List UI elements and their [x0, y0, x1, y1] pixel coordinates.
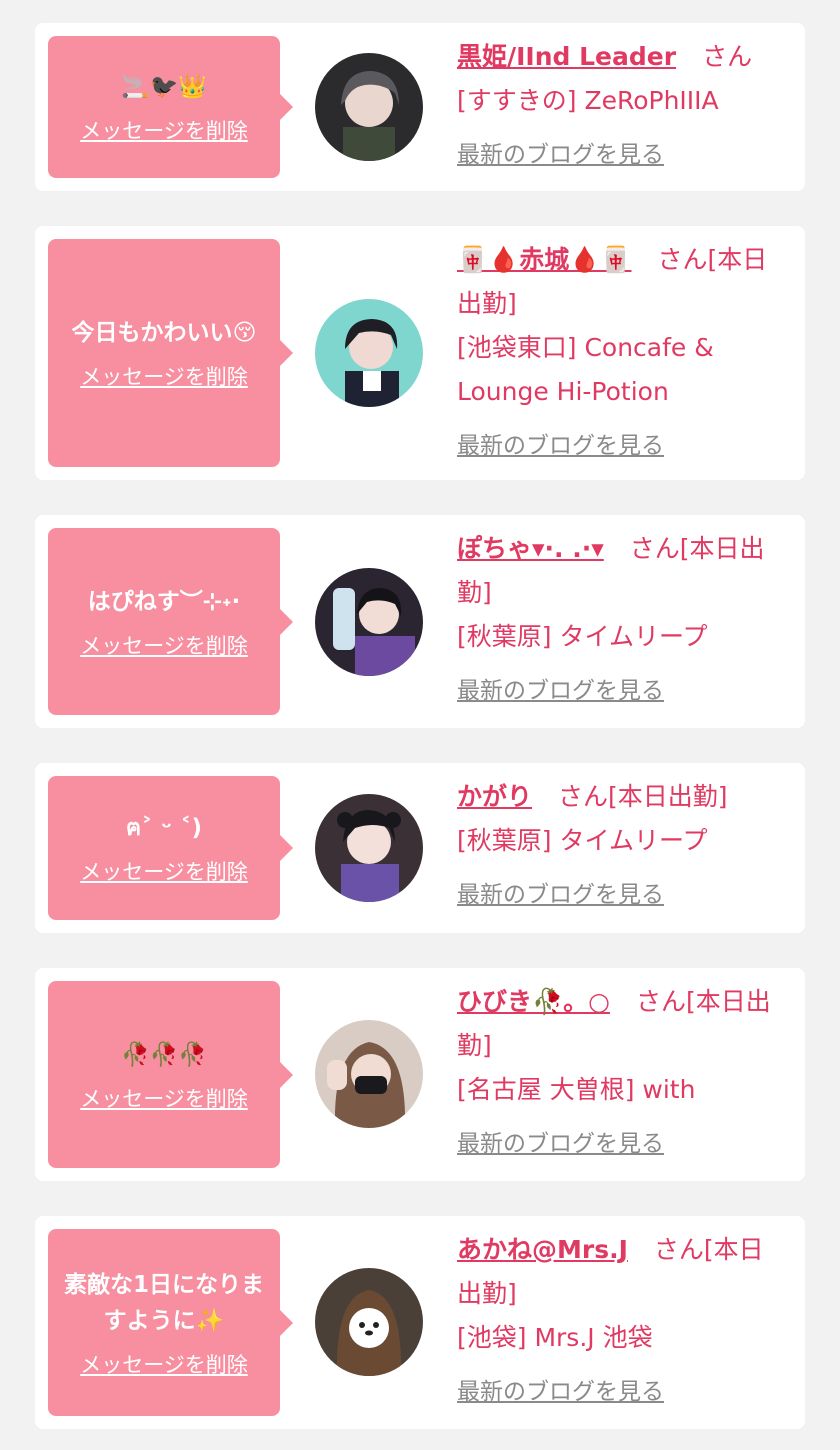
cast-name-link[interactable]: ぽちゃ▾·. .·▾ — [457, 534, 604, 563]
latest-blog-link[interactable]: 最新のブログを見る — [457, 1122, 664, 1166]
avatar[interactable] — [315, 299, 423, 407]
message-card: 今日もかわいい😚 メッセージを削除 🀄🩸赤城🩸🀄 さん[本日出勤] [池袋東口] … — [35, 226, 805, 480]
message-text: 🥀🥀🥀 — [121, 1041, 207, 1068]
delete-message-link[interactable]: メッセージを削除 — [80, 361, 248, 391]
avatar[interactable] — [315, 1268, 423, 1376]
shop-label: [池袋東口] Concafe & Lounge Hi-Potion — [457, 333, 714, 406]
message-card: はぴねす︶⊹˖· メッセージを削除 ぽちゃ▾·. .·▾ さん[本日出勤] [秋葉… — [35, 515, 805, 728]
cast-name-link[interactable]: 🀄🩸赤城🩸🀄 — [457, 245, 632, 274]
cast-info: あかね@Mrs.J さん[本日出勤] [池袋] Mrs.J 池袋 最新のブログを見… — [457, 1228, 787, 1414]
cast-name-link[interactable]: ひびき🥀。○ — [457, 987, 610, 1016]
latest-blog-link[interactable]: 最新のブログを見る — [457, 424, 664, 468]
cast-info: かがり さん[本日出勤] [秋葉原] タイムリープ 最新のブログを見る — [457, 775, 787, 917]
shop-label: [秋葉原] タイムリープ — [457, 826, 708, 855]
message-card: 素敵な1日になりますように✨ メッセージを削除 あかね@Mrs.J さん[本日出勤… — [35, 1216, 805, 1429]
delete-message-link[interactable]: メッセージを削除 — [80, 1083, 248, 1113]
cast-info: 黒姫/IInd Leader さん [すすきの] ZeRoPhIIIA 最新のブロ… — [457, 35, 787, 177]
message-bubble: 素敵な1日になりますように✨ メッセージを削除 — [48, 1229, 293, 1416]
latest-blog-link[interactable]: 最新のブログを見る — [457, 1370, 664, 1414]
message-card: 🚬🐦‍⬛👑 メッセージを削除 黒姫/IInd Leader さん [すすきの] Z… — [35, 23, 805, 191]
cast-name-link[interactable]: かがり — [457, 782, 532, 811]
latest-blog-link[interactable]: 最新のブログを見る — [457, 873, 664, 917]
message-card: 🥀🥀🥀 メッセージを削除 ひびき🥀。○ さん[本日出勤] [名古屋 大曽根] wi… — [35, 968, 805, 1181]
delete-message-link[interactable]: メッセージを削除 — [80, 115, 248, 145]
cast-info: ぽちゃ▾·. .·▾ さん[本日出勤] [秋葉原] タイムリープ 最新のブログを見… — [457, 527, 787, 713]
shop-label: [秋葉原] タイムリープ — [457, 622, 708, 651]
message-text: 素敵な1日になりますように✨ — [63, 1271, 264, 1334]
message-bubble: 今日もかわいい😚 メッセージを削除 — [48, 239, 293, 467]
message-card: ฅ˃ ᵕ ˂) メッセージを削除 かがり さん[本日出勤] [秋葉原] タイムリー… — [35, 763, 805, 933]
latest-blog-link[interactable]: 最新のブログを見る — [457, 669, 664, 713]
shop-label: [すすきの] ZeRoPhIIIA — [457, 86, 719, 115]
delete-message-link[interactable]: メッセージを削除 — [80, 856, 248, 886]
message-text: 🚬🐦‍⬛👑 — [121, 74, 207, 100]
san-label: さん — [702, 42, 753, 71]
avatar[interactable] — [315, 53, 423, 161]
avatar[interactable] — [315, 794, 423, 902]
message-text: はぴねす︶⊹˖· — [87, 588, 241, 615]
cast-info: ひびき🥀。○ さん[本日出勤] [名古屋 大曽根] with 最新のブログを見る — [457, 980, 787, 1166]
cast-name-link[interactable]: あかね@Mrs.J — [457, 1235, 628, 1264]
cast-info: 🀄🩸赤城🩸🀄 さん[本日出勤] [池袋東口] Concafe & Lounge H… — [457, 238, 787, 468]
message-bubble: 🥀🥀🥀 メッセージを削除 — [48, 981, 293, 1168]
cast-name-link[interactable]: 黒姫/IInd Leader — [457, 42, 676, 71]
avatar[interactable] — [315, 568, 423, 676]
shop-label: [池袋] Mrs.J 池袋 — [457, 1323, 653, 1352]
latest-blog-link[interactable]: 最新のブログを見る — [457, 133, 664, 177]
delete-message-link[interactable]: メッセージを削除 — [80, 630, 248, 660]
message-bubble: 🚬🐦‍⬛👑 メッセージを削除 — [48, 36, 293, 178]
message-bubble: はぴねす︶⊹˖· メッセージを削除 — [48, 528, 293, 715]
san-label: さん[本日出勤] — [558, 782, 728, 811]
avatar[interactable] — [315, 1020, 423, 1128]
message-list: 🚬🐦‍⬛👑 メッセージを削除 黒姫/IInd Leader さん [すすきの] Z… — [0, 0, 840, 1450]
delete-message-link[interactable]: メッセージを削除 — [80, 1349, 248, 1379]
shop-label: [名古屋 大曽根] with — [457, 1075, 696, 1104]
message-text: ฅ˃ ᵕ ˂) — [125, 815, 203, 841]
message-bubble: ฅ˃ ᵕ ˂) メッセージを削除 — [48, 776, 293, 920]
message-text: 今日もかわいい😚 — [71, 320, 257, 346]
